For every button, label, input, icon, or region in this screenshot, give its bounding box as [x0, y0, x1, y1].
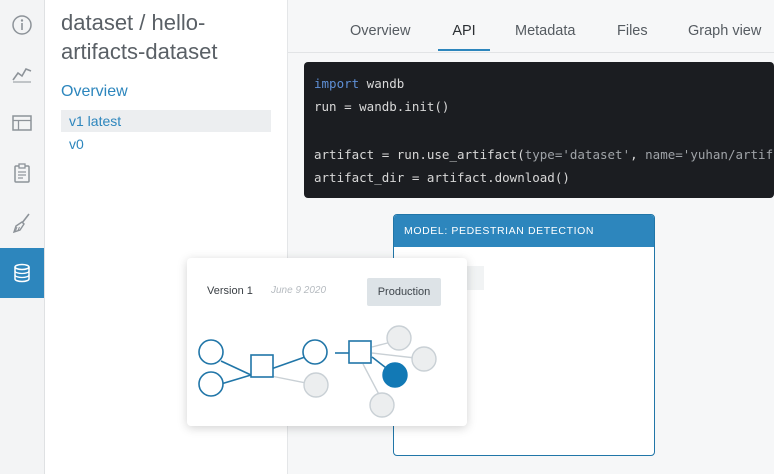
graph-node-inactive: [303, 372, 329, 398]
code-arg: name=: [645, 147, 683, 162]
code-text: wandb: [359, 76, 405, 91]
graph-node-artifact: [250, 354, 274, 378]
code-line-2: run = wandb.init(): [314, 99, 450, 114]
tab-graph-view[interactable]: Graph view: [688, 0, 761, 51]
code-string: 'dataset': [562, 147, 631, 162]
artifact-title: dataset / hello-artifacts-dataset: [61, 10, 218, 64]
tab-bar: Overview API Metadata Files Graph view: [288, 0, 774, 53]
rail-info-button[interactable]: [0, 0, 44, 50]
code-string: 'yuhan/artifacts-example/hello-artifacts…: [682, 147, 774, 162]
tab-metadata[interactable]: Metadata: [515, 0, 575, 51]
tab-files[interactable]: Files: [617, 0, 648, 51]
graph-node-inactive: [386, 325, 412, 351]
graph-node-inactive: [411, 346, 437, 372]
chart-line-icon: [12, 67, 32, 83]
icon-rail: [0, 0, 45, 474]
api-code-block[interactable]: import wandb run = wandb.init() artifact…: [304, 62, 774, 198]
clipboard-icon: [14, 163, 30, 183]
rail-sweeps-button[interactable]: [0, 198, 44, 248]
code-keyword: import: [314, 76, 360, 91]
rail-charts-button[interactable]: [0, 48, 44, 98]
table-icon: [12, 115, 32, 131]
database-icon: [14, 263, 30, 283]
code-line-1: import wandb: [314, 76, 404, 91]
graph-node-run: [198, 371, 224, 397]
graph-node-artifact: [348, 340, 372, 364]
code-arg: type=: [524, 147, 563, 162]
code-text: artifact = run.use_artifact(: [314, 147, 525, 162]
version-detail-popup: Version 1 June 9 2020 Production: [187, 258, 467, 426]
graph-node-inactive: [369, 392, 395, 418]
code-text: ,: [630, 147, 646, 162]
rail-table-button[interactable]: [0, 98, 44, 148]
tab-api[interactable]: API: [438, 0, 490, 51]
tab-overview[interactable]: Overview: [350, 0, 410, 51]
graph-node-run: [302, 339, 328, 365]
version-item-v1[interactable]: v1 latest: [61, 110, 271, 132]
info-icon: [12, 15, 32, 35]
lineage-graph: [198, 325, 437, 418]
graph-node-selected: [382, 362, 408, 388]
rail-reports-button[interactable]: [0, 148, 44, 198]
code-line-5: artifact_dir = artifact.download(): [314, 170, 570, 185]
code-line-4: artifact = run.use_artifact(type='datase…: [314, 147, 774, 162]
version-item-v0[interactable]: v0: [61, 133, 271, 155]
rail-artifacts-button[interactable]: [0, 248, 44, 298]
model-card-header: MODEL: PEDESTRIAN DETECTION: [394, 215, 654, 247]
graph-node-run: [198, 339, 224, 365]
broom-icon: [12, 213, 30, 234]
overview-section-link[interactable]: Overview: [61, 83, 128, 101]
